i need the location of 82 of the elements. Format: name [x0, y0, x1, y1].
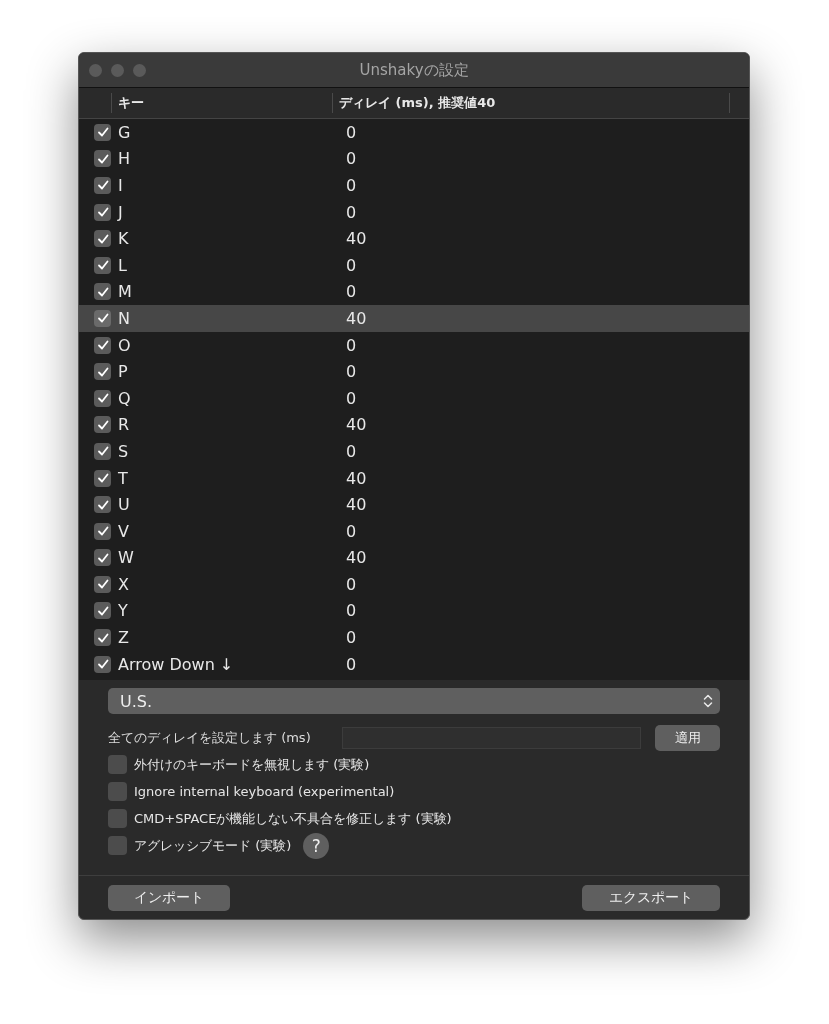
- checkbox[interactable]: [94, 336, 111, 354]
- option-label: 外付けのキーボードを無視します (実験): [134, 755, 370, 774]
- delay-cell: 0: [346, 282, 357, 302]
- delay-cell: 0: [346, 521, 357, 541]
- checkbox[interactable]: [94, 655, 111, 673]
- checkbox[interactable]: [94, 629, 111, 647]
- checkbox[interactable]: [94, 150, 111, 168]
- export-button[interactable]: エクスポート: [582, 884, 720, 911]
- delay-cell: 0: [346, 122, 357, 142]
- delay-cell: 40: [346, 468, 367, 488]
- option-label: CMD+SPACEが機能しない不具合を修正します (実験): [134, 809, 452, 828]
- checkbox[interactable]: [94, 123, 111, 141]
- delay-cell: 0: [346, 149, 357, 169]
- import-button[interactable]: インポート: [108, 884, 230, 911]
- checkbox[interactable]: [94, 416, 111, 434]
- option-label: アグレッシブモード (実験): [134, 836, 292, 855]
- key-cell-text: L: [117, 255, 128, 275]
- delay-cell: 40: [346, 495, 367, 515]
- key-cell-text: T: [117, 468, 129, 488]
- checkbox[interactable]: [94, 203, 111, 221]
- delay-cell: 40: [346, 548, 367, 568]
- delay-cell: 0: [346, 176, 357, 195]
- delay-cell: 40: [346, 415, 367, 435]
- delay-cell: 0: [346, 654, 357, 674]
- delay-cell: 0: [346, 335, 357, 355]
- help-button[interactable]: ?: [303, 832, 330, 859]
- key-cell-text: Arrow Down ↓: [117, 654, 235, 674]
- column-header[interactable]: キー: [112, 93, 333, 113]
- checkbox[interactable]: [108, 809, 127, 828]
- delay-cell: 0: [346, 441, 357, 461]
- checkbox[interactable]: [94, 309, 111, 327]
- checkbox[interactable]: [94, 469, 111, 487]
- key-cell-text: W: [117, 548, 135, 568]
- delay-cell: 0: [346, 574, 357, 594]
- checkbox[interactable]: [94, 442, 111, 460]
- keyboard-layout-dropdown[interactable]: U.S.: [108, 688, 720, 714]
- delay-cell: 0: [346, 202, 357, 222]
- key-cell-text: G: [117, 122, 132, 142]
- selected-row[interactable]: N 40: [79, 305, 749, 332]
- checkbox[interactable]: [94, 283, 111, 301]
- delay-cell: 0: [346, 628, 357, 648]
- checkbox[interactable]: [94, 230, 111, 248]
- key-cell-text: R: [117, 415, 131, 435]
- option-label: Ignore internal keyboard (experimental): [134, 784, 395, 799]
- chevron-updown-icon: [703, 693, 713, 709]
- column-header[interactable]: ディレイ (ms), 推奨値40: [333, 93, 730, 113]
- window-title: Unshakyの設定: [359, 60, 469, 80]
- checkbox[interactable]: [94, 602, 111, 620]
- key-cell-text: K: [117, 229, 130, 249]
- apply-button[interactable]: 適用: [655, 725, 720, 751]
- delay-cell: 40: [346, 229, 367, 249]
- key-cell-text: N: [117, 308, 131, 328]
- key-cell-text: J: [117, 202, 124, 222]
- checkbox[interactable]: [94, 496, 111, 514]
- key-cell-text: S: [117, 441, 130, 461]
- key-cell-text: Z: [117, 628, 130, 648]
- checkbox[interactable]: [94, 363, 111, 381]
- checkbox[interactable]: [94, 256, 111, 274]
- key-cell-text: O: [117, 335, 132, 355]
- key-cell-text: P: [117, 362, 129, 382]
- key-cell-text: X: [117, 574, 130, 594]
- key-cell-text: Y: [117, 601, 129, 621]
- checkbox[interactable]: [108, 755, 127, 774]
- checkbox[interactable]: [94, 389, 111, 407]
- key-cell-text: V: [117, 521, 130, 541]
- delay-cell: 40: [346, 308, 367, 328]
- checkbox[interactable]: [94, 575, 111, 593]
- checkbox[interactable]: [108, 836, 127, 855]
- key-cell-text: H: [117, 149, 132, 169]
- key-cell-text: U: [117, 495, 131, 515]
- delay-cell: 0: [346, 255, 357, 275]
- key-cell-text: Q: [117, 388, 132, 408]
- set-all-delay-label: 全てのディレイを設定します (ms): [108, 729, 312, 747]
- checkbox[interactable]: [94, 549, 111, 567]
- delay-cell: 0: [346, 388, 357, 408]
- key-cell-text: M: [117, 282, 133, 302]
- key-cell-text: I: [117, 176, 124, 195]
- delay-cell: 0: [346, 601, 357, 621]
- checkbox[interactable]: [94, 522, 111, 540]
- checkbox[interactable]: [108, 782, 127, 801]
- delay-cell: 0: [346, 362, 357, 382]
- checkbox[interactable]: [94, 177, 111, 194]
